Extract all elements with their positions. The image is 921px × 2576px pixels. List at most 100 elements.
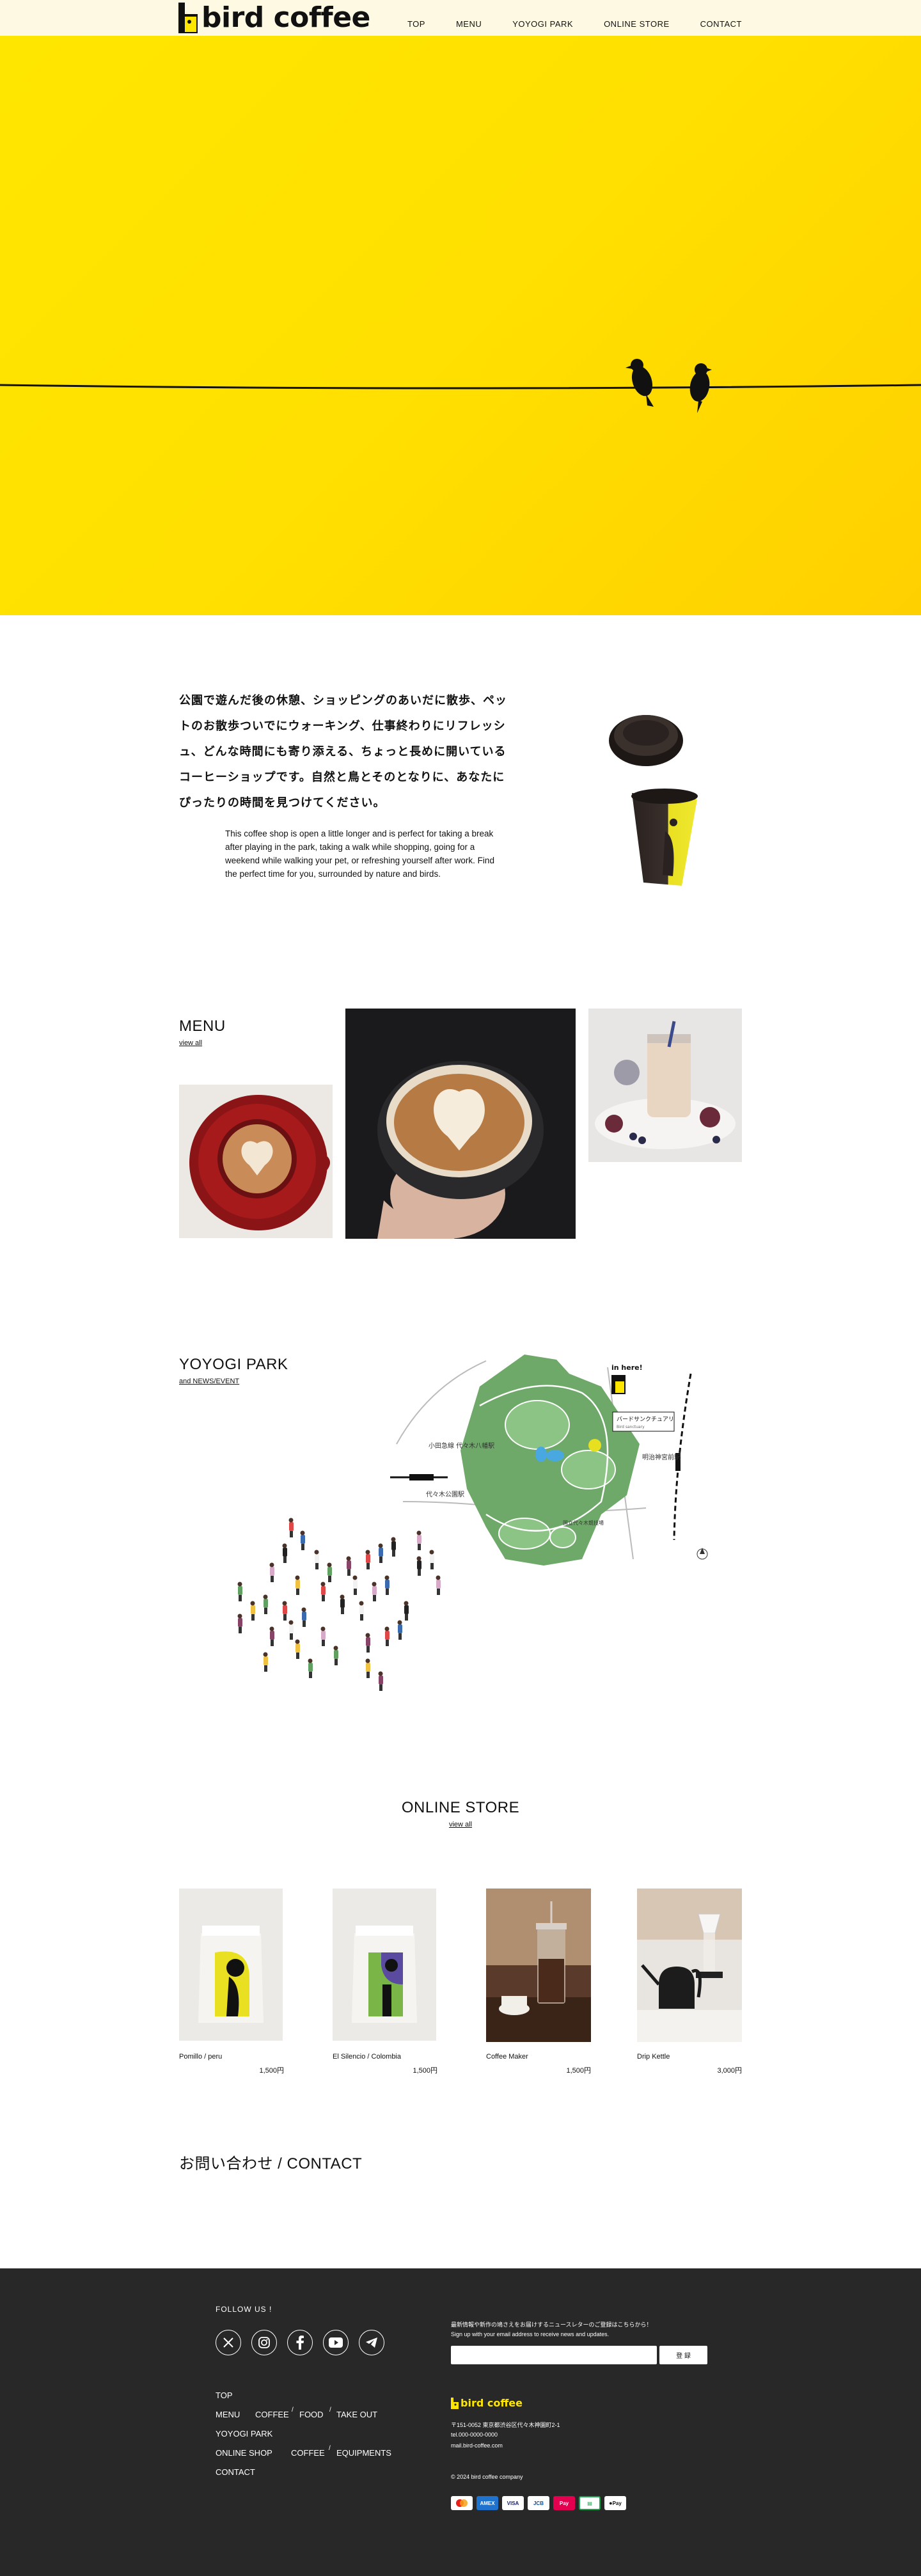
nav-menu[interactable]: MENU [456, 19, 482, 29]
person-figure [365, 1633, 370, 1653]
footer-tel: tel.000-0000-0000 [451, 2431, 498, 2438]
person-figure [429, 1550, 434, 1569]
person-figure [333, 1645, 338, 1665]
nav-top[interactable]: TOP [407, 19, 425, 29]
park-news-link[interactable]: and NEWS/EVENT [179, 1378, 288, 1385]
x-icon[interactable] [216, 2330, 241, 2355]
store-title: ONLINE STORE [401, 1799, 520, 1816]
footer-link-takeout[interactable]: TAKE OUT [336, 2410, 377, 2419]
nav-yoyogi-park[interactable]: YOYOGI PARK [512, 19, 573, 29]
person-figure [282, 1543, 287, 1563]
logo-text: bird coffee [201, 1, 370, 34]
visa-icon: VISA [502, 2496, 524, 2510]
product-name: Pomillo / peru [179, 2053, 223, 2061]
person-figure [282, 1601, 287, 1621]
menu-view-all-link[interactable]: view all [179, 1039, 226, 1047]
person-figure [346, 1556, 351, 1576]
map-here-label: in here! [611, 1363, 643, 1372]
menu-image-latte-hand[interactable] [345, 1009, 576, 1239]
separator: / [329, 2445, 331, 2452]
amex-icon: AMEX [476, 2496, 498, 2510]
footer-link-menu[interactable]: MENU [216, 2410, 240, 2419]
logo[interactable]: bird coffee [178, 3, 370, 33]
intro-text-jp: 公園で遊んだ後の休憩、ショッピングのあいだに散歩、ペットのお散歩ついでにウォーキ… [179, 694, 507, 809]
person-figure [378, 1543, 383, 1563]
mastercard-icon [451, 2496, 473, 2510]
menu-header: MENU view all [179, 1017, 226, 1047]
bird-logo-icon [178, 3, 198, 33]
newsletter-submit-button[interactable]: 登 録 [659, 2346, 707, 2364]
person-figure [340, 1594, 345, 1614]
person-figure [269, 1562, 274, 1582]
footer-copyright: © 2024 bird coffee company [451, 2474, 523, 2480]
bird-left-icon [626, 359, 654, 407]
footer-logo[interactable]: bird coffee [451, 2397, 523, 2409]
person-figure [416, 1556, 421, 1576]
main-nav: TOP MENU YOYOGI PARK ONLINE STORE CONTAC… [407, 19, 742, 29]
person-figure [314, 1550, 319, 1569]
footer-link-food[interactable]: FOOD [299, 2410, 324, 2419]
person-figure [237, 1582, 242, 1601]
contact-title: お問い合わせ / CONTACT [179, 2155, 363, 2172]
product-price: 3,000円 [717, 2067, 742, 2075]
newsletter-email-input[interactable] [451, 2346, 657, 2364]
person-figure [391, 1537, 396, 1557]
coffee-cup-image [609, 715, 698, 886]
person-figure [320, 1626, 326, 1646]
footer-mail: mail.bird-coffee.com [451, 2442, 503, 2449]
social-links [216, 2330, 388, 2355]
facebook-icon[interactable] [287, 2330, 313, 2355]
product-price: 1,500円 [566, 2067, 591, 2075]
footer-link-coffee[interactable]: COFFEE [255, 2410, 289, 2419]
nav-contact[interactable]: CONTACT [700, 19, 742, 29]
map-gym-label: 国立代々木競技場 [563, 1520, 604, 1526]
park-title: YOYOGI PARK [179, 1356, 288, 1373]
product-price: 1,500円 [413, 2067, 437, 2075]
menu-image-smoothie[interactable] [588, 1009, 742, 1162]
person-figure [404, 1601, 409, 1621]
follow-label: FOLLOW US ! [216, 2305, 272, 2314]
footer-link-shop-coffee[interactable]: COFFEE [291, 2448, 325, 2458]
person-figure [372, 1582, 377, 1601]
footer-address: 〒151-0052 東京都渋谷区代々木神園町2-1 [451, 2422, 560, 2428]
person-figure [250, 1601, 255, 1621]
product-name: Drip Kettle [637, 2053, 670, 2061]
footer-link-shop[interactable]: ONLINE SHOP [216, 2448, 272, 2458]
person-figure [300, 1530, 305, 1550]
intro-text-en: This coffee shop is open a little longer… [225, 829, 494, 879]
person-figure [269, 1626, 274, 1646]
newsletter-text-jp: 最新情報や新作の鳩さえをお届けするニュースレターのご登録はこちらから！ [451, 2321, 652, 2328]
youtube-icon[interactable] [323, 2330, 349, 2355]
instagram-icon[interactable] [251, 2330, 277, 2355]
footer-link-equipments[interactable]: EQUIPMENTS [336, 2448, 391, 2458]
person-figure [288, 1518, 294, 1537]
product-image-el-silencio [333, 1889, 436, 2041]
product-name: El Silencio / Colombia [333, 2053, 401, 2061]
menu-image-latte-saucer[interactable] [179, 1085, 333, 1238]
hero-illustration [0, 359, 921, 413]
telegram-icon[interactable] [359, 2330, 384, 2355]
person-figure [301, 1607, 306, 1627]
footer-link-top[interactable]: TOP [216, 2391, 233, 2400]
person-figure [263, 1652, 268, 1672]
person-figure [295, 1575, 300, 1595]
footer-link-contact[interactable]: CONTACT [216, 2467, 255, 2477]
map-station-meiji: 明治神宮前駅 [642, 1453, 681, 1461]
nav-online-store[interactable]: ONLINE STORE [604, 19, 670, 29]
product-image-pomillo [179, 1889, 283, 2041]
person-figure [397, 1620, 402, 1640]
product-name: Coffee Maker [486, 2053, 528, 2061]
product-price: 1,500円 [259, 2067, 284, 2075]
person-figure [378, 1671, 383, 1691]
bird-right-icon [689, 363, 712, 413]
park-header: YOYOGI PARK and NEWS/EVENT [179, 1356, 288, 1385]
separator: / [292, 2407, 294, 2414]
hero [0, 36, 921, 615]
person-figure [384, 1575, 390, 1595]
jcb-icon: JCB [528, 2496, 549, 2510]
person-figure [352, 1575, 358, 1595]
store-view-all-link[interactable]: view all [0, 1821, 921, 1828]
footer-link-park[interactable]: YOYOGI PARK [216, 2429, 272, 2439]
person-figure [237, 1614, 242, 1633]
person-figure [416, 1530, 421, 1550]
